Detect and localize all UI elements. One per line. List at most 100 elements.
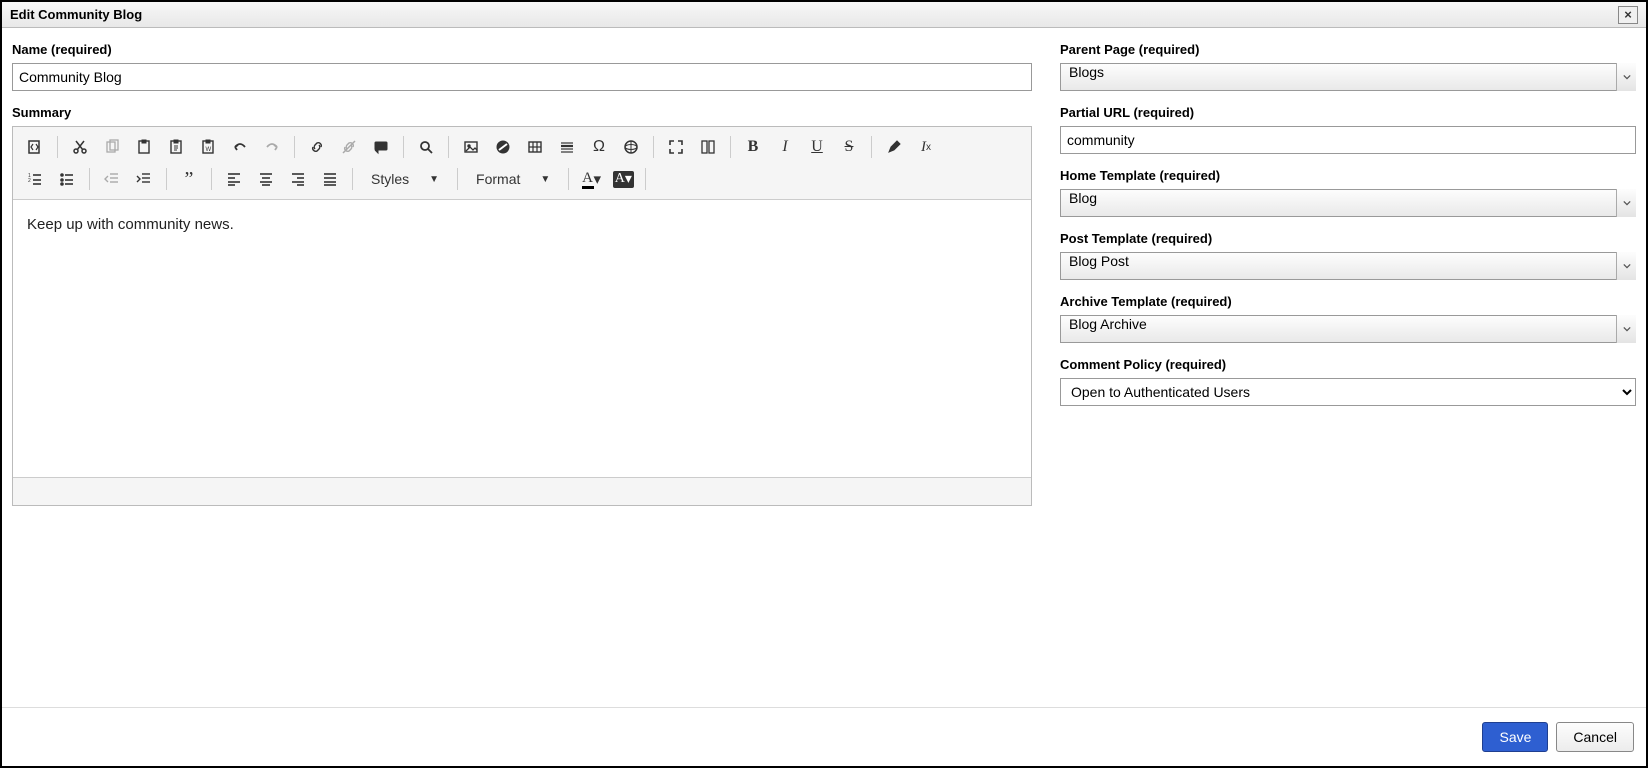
home-template-value: Blog — [1060, 189, 1636, 217]
editor-footer — [13, 477, 1031, 505]
find-icon[interactable] — [412, 133, 440, 161]
separator — [871, 136, 872, 158]
align-right-icon[interactable] — [284, 165, 312, 193]
background-color-icon[interactable]: A▾ — [609, 165, 637, 193]
dialog-body: Name (required) Summary — [2, 28, 1646, 707]
home-template-label: Home Template (required) — [1060, 168, 1636, 183]
archive-template-label: Archive Template (required) — [1060, 294, 1636, 309]
anchor-icon[interactable] — [367, 133, 395, 161]
iframe-icon[interactable] — [617, 133, 645, 161]
italic-icon[interactable]: I — [771, 133, 799, 161]
partial-url-input[interactable] — [1060, 126, 1636, 154]
separator — [403, 136, 404, 158]
undo-icon[interactable] — [226, 133, 254, 161]
image-icon[interactable] — [457, 133, 485, 161]
paste-text-icon[interactable] — [162, 133, 190, 161]
editor-content[interactable]: Keep up with community news. — [13, 200, 1031, 477]
strike-icon[interactable]: S — [835, 133, 863, 161]
highlight-icon[interactable] — [880, 133, 908, 161]
cancel-button[interactable]: Cancel — [1556, 722, 1634, 752]
caret-down-icon: ▼ — [429, 174, 439, 185]
separator — [457, 168, 458, 190]
summary-text: Keep up with community news. — [27, 216, 1017, 233]
separator — [211, 168, 212, 190]
styles-dropdown[interactable]: Styles ▼ — [363, 165, 447, 193]
bullet-list-icon[interactable] — [53, 165, 81, 193]
name-input[interactable] — [12, 63, 1032, 91]
show-blocks-icon[interactable] — [694, 133, 722, 161]
save-button[interactable]: Save — [1482, 722, 1548, 752]
home-template-select[interactable]: Blog — [1060, 189, 1636, 217]
post-template-label: Post Template (required) — [1060, 231, 1636, 246]
underline-icon[interactable]: U — [803, 133, 831, 161]
comment-policy-field: Comment Policy (required) Open to Authen… — [1060, 357, 1636, 406]
parent-page-field: Parent Page (required) Blogs — [1060, 42, 1636, 91]
parent-page-value: Blogs — [1060, 63, 1636, 91]
comment-policy-label: Comment Policy (required) — [1060, 357, 1636, 372]
separator — [166, 168, 167, 190]
post-template-field: Post Template (required) Blog Post — [1060, 231, 1636, 280]
editor-toolbar: W — [13, 127, 1031, 200]
archive-template-value: Blog Archive — [1060, 315, 1636, 343]
summary-label: Summary — [12, 105, 1032, 120]
svg-text:W: W — [206, 147, 212, 153]
separator — [294, 136, 295, 158]
styles-label: Styles — [371, 171, 409, 187]
copy-icon[interactable] — [98, 133, 126, 161]
paste-icon[interactable] — [130, 133, 158, 161]
dialog-title: Edit Community Blog — [10, 7, 142, 22]
partial-url-field: Partial URL (required) — [1060, 105, 1636, 154]
paste-word-icon[interactable]: W — [194, 133, 222, 161]
align-center-icon[interactable] — [252, 165, 280, 193]
separator — [730, 136, 731, 158]
separator — [653, 136, 654, 158]
dialog-footer: Save Cancel — [2, 707, 1646, 766]
right-column: Parent Page (required) Blogs Partial URL… — [1060, 42, 1636, 697]
separator — [448, 136, 449, 158]
parent-page-select[interactable]: Blogs — [1060, 63, 1636, 91]
caret-down-icon: ▼ — [540, 174, 550, 185]
edit-dialog: Edit Community Blog × Name (required) Su… — [0, 0, 1648, 768]
summary-field: Summary W — [12, 105, 1032, 506]
maximize-icon[interactable] — [662, 133, 690, 161]
redo-icon[interactable] — [258, 133, 286, 161]
left-column: Name (required) Summary — [12, 42, 1032, 697]
remove-format-icon[interactable]: Ix — [912, 133, 940, 161]
unlink-icon[interactable] — [335, 133, 363, 161]
align-left-icon[interactable] — [220, 165, 248, 193]
format-dropdown[interactable]: Format ▼ — [468, 165, 558, 193]
post-template-select[interactable]: Blog Post — [1060, 252, 1636, 280]
outdent-icon[interactable] — [98, 165, 126, 193]
partial-url-label: Partial URL (required) — [1060, 105, 1636, 120]
horizontal-rule-icon[interactable] — [553, 133, 581, 161]
align-justify-icon[interactable] — [316, 165, 344, 193]
source-icon[interactable] — [21, 133, 49, 161]
name-label: Name (required) — [12, 42, 1032, 57]
table-icon[interactable] — [521, 133, 549, 161]
link-icon[interactable] — [303, 133, 331, 161]
text-color-icon[interactable]: A▾ — [577, 165, 605, 193]
special-char-icon[interactable]: Ω — [585, 133, 613, 161]
blockquote-icon[interactable]: ” — [175, 165, 203, 193]
archive-template-field: Archive Template (required) Blog Archive — [1060, 294, 1636, 343]
parent-page-label: Parent Page (required) — [1060, 42, 1636, 57]
rich-text-editor: W — [12, 126, 1032, 506]
numbered-list-icon[interactable]: 12 — [21, 165, 49, 193]
embed-icon[interactable] — [489, 133, 517, 161]
toolbar-row-1: W — [19, 133, 1025, 161]
post-template-value: Blog Post — [1060, 252, 1636, 280]
cut-icon[interactable] — [66, 133, 94, 161]
bold-icon[interactable]: B — [739, 133, 767, 161]
comment-policy-select[interactable]: Open to Authenticated Users — [1060, 378, 1636, 406]
separator — [89, 168, 90, 190]
archive-template-select[interactable]: Blog Archive — [1060, 315, 1636, 343]
separator — [568, 168, 569, 190]
separator — [645, 168, 646, 190]
home-template-field: Home Template (required) Blog — [1060, 168, 1636, 217]
indent-icon[interactable] — [130, 165, 158, 193]
separator — [352, 168, 353, 190]
dialog-titlebar: Edit Community Blog × — [2, 2, 1646, 28]
separator — [57, 136, 58, 158]
close-button[interactable]: × — [1618, 6, 1638, 24]
close-icon: × — [1624, 7, 1632, 22]
